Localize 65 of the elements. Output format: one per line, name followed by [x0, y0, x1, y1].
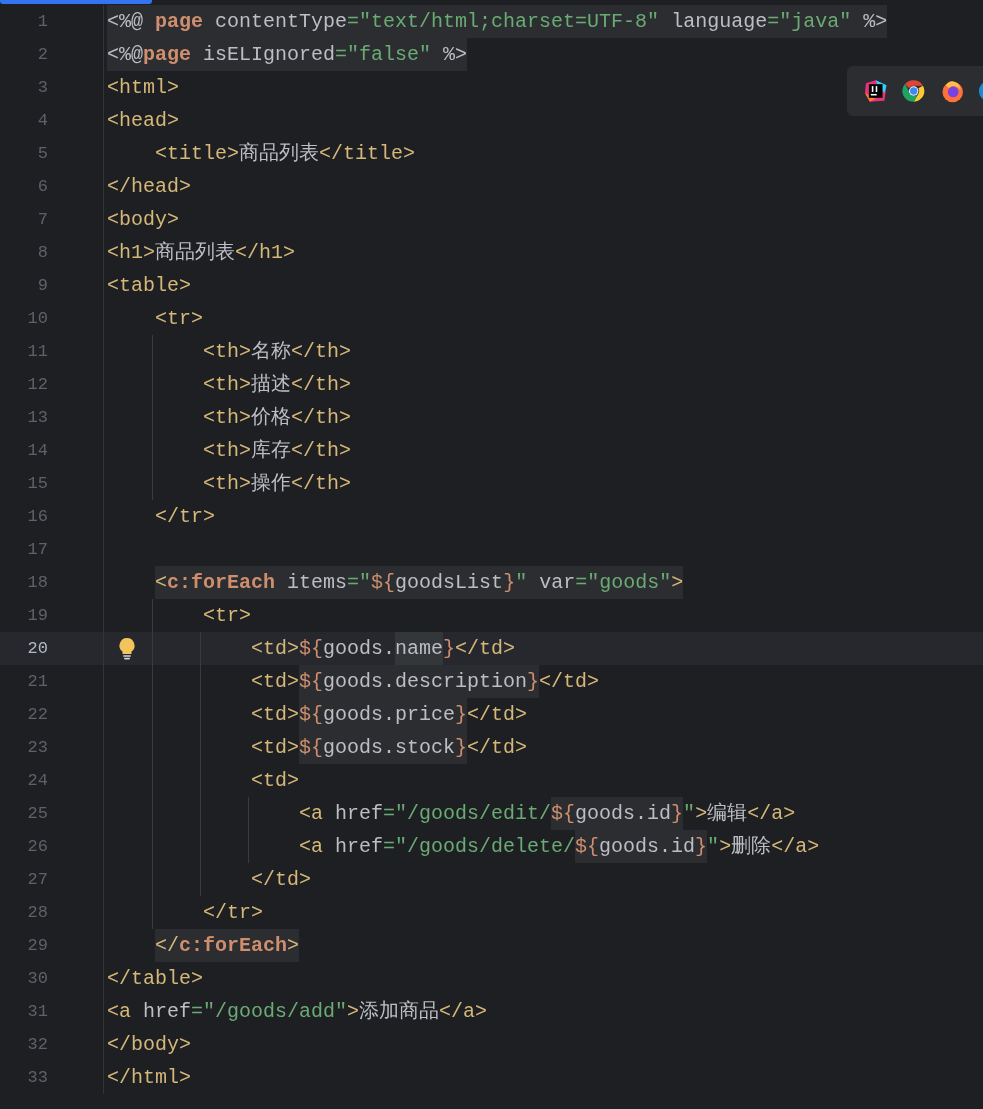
- line-number: 28: [26, 903, 48, 922]
- line-number: 17: [26, 540, 48, 559]
- code-line: <a href="/goods/delete/${goods.id}">删除</a>: [299, 830, 820, 863]
- line-number: 22: [26, 705, 48, 724]
- line-number: 32: [26, 1035, 48, 1054]
- code-line: <a href="/goods/add">添加商品</a>: [107, 999, 488, 1025]
- line-number: 3: [36, 78, 48, 97]
- line-number: 8: [36, 243, 48, 262]
- line-number: 2: [36, 45, 48, 64]
- code-line: <tr>: [155, 306, 203, 332]
- code-line: <td>${goods.price}</td>: [251, 698, 528, 731]
- line-number: 29: [26, 936, 48, 955]
- code-line: <title>商品列表</title>: [155, 141, 416, 167]
- line-number: 19: [26, 606, 48, 625]
- fox-browser-icon[interactable]: [940, 79, 965, 103]
- code-line: <table>: [107, 273, 191, 299]
- code-line: </body>: [107, 1032, 191, 1058]
- line-number: 25: [26, 804, 48, 823]
- code-line: </tr>: [203, 900, 263, 926]
- line-number: 9: [36, 276, 48, 295]
- line-number: 33: [26, 1068, 48, 1087]
- line-number: 13: [26, 408, 48, 427]
- line-number: 31: [26, 1002, 48, 1021]
- line-number: 5: [36, 144, 48, 163]
- line-number: 24: [26, 771, 48, 790]
- code-line: <td>: [251, 768, 299, 794]
- line-number: 20: [26, 639, 48, 658]
- line-number: 16: [26, 507, 48, 526]
- line-number: 23: [26, 738, 48, 757]
- code-line: <th>名称</th>: [203, 339, 352, 365]
- code-line: </head>: [107, 174, 191, 200]
- line-number: 30: [26, 969, 48, 988]
- code-line: <head>: [107, 108, 179, 134]
- line-number: 7: [36, 210, 48, 229]
- code-line: </td>: [251, 867, 311, 893]
- line-number: 14: [26, 441, 48, 460]
- code-line: <html>: [107, 75, 179, 101]
- code-line: <tr>: [203, 603, 251, 629]
- code-line: <body>: [107, 207, 179, 233]
- code-line: <td>${goods.stock}</td>: [251, 731, 528, 764]
- browser-icon[interactable]: [902, 79, 926, 103]
- line-number: 6: [36, 177, 48, 196]
- code-line: </tr>: [155, 504, 215, 530]
- code-line: <h1>商品列表</h1>: [107, 240, 296, 266]
- code-line: <td>${goods.name}</td>: [251, 632, 516, 665]
- code-line: <th>操作</th>: [203, 471, 352, 497]
- code-line: <th>库存</th>: [203, 438, 352, 464]
- line-number: 26: [26, 837, 48, 856]
- line-number: 21: [26, 672, 48, 691]
- line-number: 15: [26, 474, 48, 493]
- line-number: 18: [26, 573, 48, 592]
- code-line: </html>: [107, 1065, 191, 1091]
- code-line: <td>${goods.description}</td>: [251, 665, 600, 698]
- line-number: 11: [26, 342, 48, 361]
- code-line: <a href="/goods/edit/${goods.id}">编辑</a>: [299, 797, 796, 830]
- code-line: <th>描述</th>: [203, 372, 352, 398]
- line-number: 27: [26, 870, 48, 889]
- code-line: <th>价格</th>: [203, 405, 352, 431]
- lightbulb-icon[interactable]: [118, 637, 136, 660]
- line-number: 10: [26, 309, 48, 328]
- code-line: </table>: [107, 966, 203, 992]
- line-number: 12: [26, 375, 48, 394]
- ide-logo-icon[interactable]: [864, 79, 888, 103]
- line-number: 1: [36, 12, 48, 31]
- line-number: 4: [36, 111, 48, 130]
